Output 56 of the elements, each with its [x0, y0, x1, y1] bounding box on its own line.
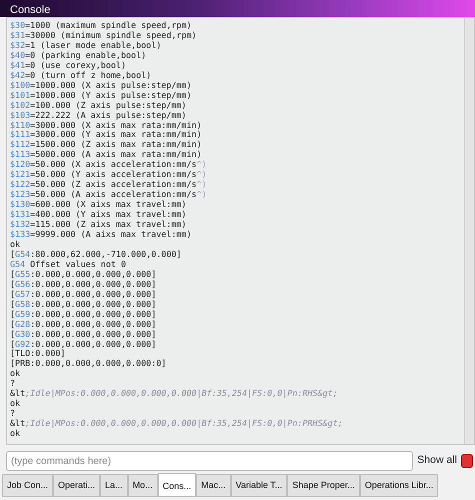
console-line: [G55:0.000,0.000,0.000,0.000] [10, 268, 156, 279]
console-line: $100=1000.000 (X axis pulse:step/mm) [10, 80, 192, 90]
console-line: G54 Offset values not 0 [10, 258, 126, 269]
panel-tab[interactable]: La... [100, 474, 128, 497]
console-line: $120=50.000 (X axis acceleration:mm/s^) [10, 159, 207, 170]
console-line: [G30:0.000,0.000,0.000,0.000] [10, 328, 156, 339]
console-line: &lt;Idle|MPos:0.000,0.000,0.000,0.000|Bf:35,254|FS:0,0|Pn:RHS&gt; [10, 388, 338, 398]
console-line: [G28:0.000,0.000,0.000,0.000] [10, 318, 156, 329]
console-line: [G58:0.000,0.000,0.000,0.000] [10, 298, 156, 309]
console-line: $40=0 (parking enable,bool) [10, 50, 146, 60]
console-line: [TLO:0.000] [10, 348, 66, 358]
scrollbar[interactable] [464, 18, 474, 444]
panel-tab[interactable]: Cons... [158, 473, 196, 497]
console-line: $32=1 (laser mode enable,bool) [10, 40, 162, 50]
console-line: $121=50.000 (Y axis acceleration:mm/s^) [10, 169, 207, 180]
panel-tab[interactable]: Operati... [53, 474, 100, 497]
panel-tab[interactable]: Shape Proper... [287, 474, 360, 497]
console-line: $112=1500.000 (Z axis max rata:mm/min) [10, 139, 202, 150]
console-line: $102=100.000 (Z axis pulse:step/mm) [10, 100, 186, 110]
panel-tab[interactable]: Mac... [196, 474, 231, 497]
console-line: $130=600.000 (X aixs max travel:mm) [10, 199, 186, 210]
console-line: $30=1000 (maximum spindle speed,rpm) [10, 20, 192, 30]
console-line: $41=0 (use corexy,bool) [10, 60, 126, 70]
console-line: [G56:0.000,0.000,0.000,0.000] [10, 278, 156, 289]
console-line: &lt;Idle|MPos:0.000,0.000,0.000,0.000|Bf:35,254|FS:0,0|Pn:PRHS&gt; [10, 418, 343, 428]
console-line: [G59:0.000,0.000,0.000,0.000] [10, 308, 156, 319]
console-line: $103=222.222 (A axis pulse:step/mm) [10, 110, 186, 120]
console-line: ok [10, 398, 20, 408]
console-line: [G57:0.000,0.000,0.000,0.000] [10, 288, 156, 299]
console-line: ? [10, 408, 16, 418]
console-line: $31=30000 (minimum spindle speed,rpm) [10, 30, 197, 40]
console-line: $113=5000.000 (A axis max rata:mm/min) [10, 149, 202, 160]
console-line: $133=9999.000 (A aixs max travel:mm) [10, 229, 192, 240]
panel-tab[interactable]: Operations Libr... [360, 474, 438, 497]
command-field[interactable]: (type commands here) [6, 451, 414, 471]
console-line: $110=3000.000 (X axis max rata:mm/min) [10, 120, 202, 130]
console-line: $111=3000.000 (Y axis max rata:mm/min) [10, 129, 202, 140]
console-line: $132=115.000 (Z aixs max travel:mm) [10, 219, 186, 230]
panel-tab[interactable]: Job Con... [2, 474, 54, 497]
console-line: ok [10, 238, 20, 249]
console-line: $122=50.000 (Z axis acceleration:mm/s^) [10, 179, 207, 190]
show-all-label: Show all [417, 453, 457, 468]
console-line: $123=50.000 (A axis acceleration:mm/s^) [10, 189, 207, 200]
console-line: [G54:80.000,62.000,-710.000,0.000] [10, 248, 182, 259]
panel-tab[interactable]: Variable T... [230, 474, 288, 497]
window-title: Console [0, 0, 475, 17]
console-line: ok [10, 428, 20, 438]
console-line: [G92:0.000,0.000,0.000,0.000] [10, 338, 156, 348]
show-all-toggle[interactable] [461, 454, 473, 468]
console-line: ok [10, 368, 20, 378]
panel-tab[interactable]: Mo... [128, 474, 158, 497]
console-line: $131=400.000 (Y aixs max travel:mm) [10, 209, 186, 220]
console-line: [PRB:0.000,0.000,0.000,0.000:0] [10, 358, 166, 368]
console-line: ? [10, 378, 16, 388]
console-line: $101=1000.000 (Y axis pulse:step/mm) [10, 90, 192, 100]
console-line: $42=0 (turn off z home,bool) [10, 70, 152, 80]
